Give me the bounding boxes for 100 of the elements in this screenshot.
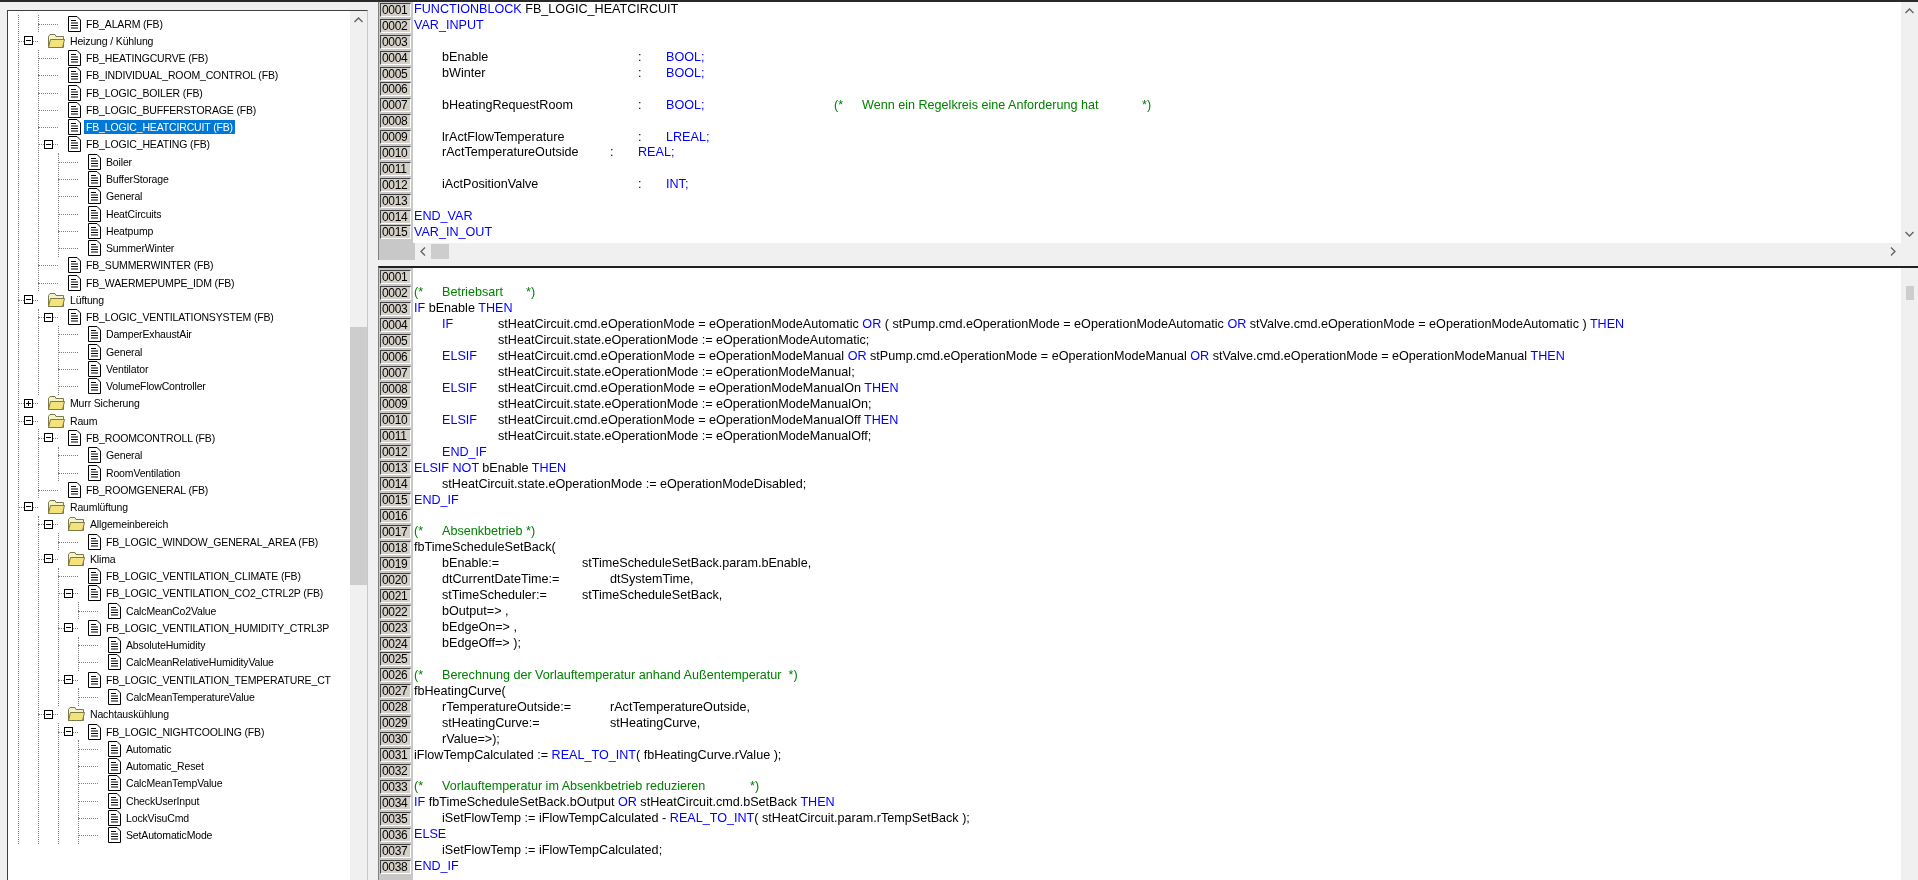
expand-toggle[interactable] (24, 295, 33, 305)
tree-item[interactable]: SetAutomaticMode (124, 828, 215, 843)
tree-item[interactable]: AbsoluteHumidity (124, 638, 208, 653)
document-icon (88, 171, 101, 187)
code-line: IF bEnable THEN (414, 301, 513, 317)
code-line: iSetFlowTemp := iFlowTempCalculated - REAL_TO_INT( stHeatCircuit.param.rTempSetBack ); (441, 811, 970, 827)
expand-toggle[interactable] (44, 312, 53, 322)
tree-item[interactable]: FB_LOGIC_NIGHTCOOLING (FB) (104, 724, 267, 739)
tree-item[interactable]: Klima (88, 551, 118, 566)
document-icon (108, 740, 121, 757)
expand-toggle[interactable] (64, 623, 73, 633)
tree-item[interactable]: LockVisuCmd (124, 810, 191, 825)
document-icon (88, 671, 101, 688)
tree-item[interactable]: CalcMeanTemperatureValue (124, 690, 257, 704)
line-number: 0003 (380, 301, 411, 316)
tree-item[interactable]: FB_LOGIC_HEATCIRCUIT (FB) (84, 120, 235, 135)
tree-item[interactable]: BufferStorage (104, 172, 171, 186)
line-number: 0002 (380, 18, 411, 33)
scroll-down-icon[interactable] (1905, 231, 1914, 237)
tree-item[interactable]: General (104, 189, 145, 204)
line-number: 0030 (380, 732, 411, 747)
tree-item[interactable]: FB_ALARM (FB) (84, 16, 165, 31)
expand-toggle[interactable] (24, 502, 33, 512)
expand-toggle[interactable] (44, 433, 53, 443)
line-number: 0011 (380, 161, 411, 176)
tree-item[interactable]: Raum (68, 413, 100, 428)
expand-toggle[interactable] (44, 519, 53, 529)
expand-toggle[interactable] (44, 139, 53, 149)
tree-item[interactable]: CheckUserInput (124, 793, 202, 808)
tree-item[interactable]: CalcMeanCo2Value (124, 603, 219, 618)
tree-item[interactable]: Raumlüftung (68, 500, 130, 515)
tree-item[interactable]: FB_LOGIC_BOILER (FB) (84, 85, 205, 100)
tree-item[interactable]: Heatpump (104, 223, 156, 238)
tree-item[interactable]: General (104, 448, 145, 463)
code-line: bHeatingRequestRoom : BOOL; (* Wenn ein Regelkreis eine Anforderung hat *) (441, 97, 1152, 113)
line-number: 0025 (380, 652, 411, 667)
expand-toggle[interactable] (64, 675, 73, 685)
scroll-up-icon[interactable] (354, 17, 363, 23)
tree-item[interactable]: FB_SUMMERWINTER (FB) (84, 258, 216, 273)
scrollbar-thumb[interactable] (431, 244, 449, 259)
expand-toggle[interactable] (24, 416, 33, 426)
document-icon (88, 240, 101, 257)
tree-item[interactable]: FB_LOGIC_WINDOW_GENERAL_AREA (FB) (104, 534, 321, 549)
tree-item[interactable]: Lüftung (68, 292, 106, 307)
tree-item[interactable]: Automatic_Reset (124, 759, 206, 774)
tree-item[interactable]: FB_LOGIC_HEATING (FB) (84, 137, 212, 152)
tree-item[interactable]: CalcMeanTempValue (124, 776, 225, 791)
tree-item[interactable]: Heizung / Kühlung (68, 33, 156, 48)
tree-item[interactable]: FB_LOGIC_BUFFERSTORAGE (FB) (84, 102, 259, 117)
folder-icon (48, 396, 65, 411)
line-number: 0024 (380, 636, 411, 651)
tree-item[interactable]: CalcMeanRelativeHumidityValue (124, 655, 276, 670)
tree-item[interactable]: Ventilator (104, 361, 151, 376)
tree-item[interactable]: FB_LOGIC_VENTILATION_CLIMATE (FB) (104, 569, 303, 584)
scroll-up-icon[interactable] (1905, 8, 1914, 14)
tree-item[interactable]: FB_LOGIC_VENTILATION_CO2_CTRL2P (FB) (104, 586, 326, 601)
line-number: 0036 (380, 827, 411, 842)
scroll-right-icon[interactable] (1890, 247, 1896, 256)
tree-item[interactable]: FB_WAERMEPUMPE_IDM (FB) (84, 275, 237, 290)
folder-icon (48, 292, 65, 307)
line-number: 0014 (380, 477, 411, 492)
expand-toggle[interactable] (44, 554, 53, 564)
tree-item[interactable]: General (104, 344, 145, 359)
code-line: rActTemperatureOutside : REAL; (441, 145, 675, 161)
tree-item[interactable]: Nachtauskühlung (88, 707, 171, 722)
tree-item[interactable]: FB_LOGIC_VENTILATION_HUMIDITY_CTRL3P (104, 620, 332, 635)
scroll-left-icon[interactable] (420, 247, 426, 256)
code-line: (* Berechnung der Vorlauftemperatur anhand Außentemperatur *) (414, 667, 798, 683)
scrollbar-thumb[interactable] (350, 327, 367, 585)
document-icon (88, 205, 101, 222)
expand-toggle[interactable] (44, 709, 53, 719)
line-number: 0031 (380, 748, 411, 763)
document-icon (88, 153, 101, 170)
tree-item[interactable]: RoomVentilation (104, 465, 183, 480)
document-icon (68, 50, 81, 67)
tree-item[interactable]: FB_ROOMGENERAL (FB) (84, 482, 211, 497)
code-line: ELSIF stHeatCircuit.cmd.eOperationMode = eOperationModeManualOff THEN (441, 412, 899, 428)
tree-item[interactable]: FB_HEATINGCURVE (FB) (84, 51, 211, 66)
expand-toggle[interactable] (64, 726, 73, 736)
scrollbar-thumb[interactable] (1905, 286, 1914, 300)
tree-item[interactable]: FB_ROOMCONTROLL (FB) (84, 431, 218, 445)
document-icon (68, 15, 81, 32)
code-line: ELSIF stHeatCircuit.cmd.eOperationMode = eOperationModeManualOn THEN (441, 381, 899, 397)
tree-item[interactable]: SummerWinter (104, 241, 177, 256)
line-number: 0034 (380, 795, 411, 810)
tree-item[interactable]: Murr Sicherung (68, 396, 142, 411)
tree-item[interactable]: Automatic (124, 741, 174, 756)
tree-item[interactable]: FB_LOGIC_VENTILATION_TEMPERATURE_CT (104, 672, 333, 687)
expand-toggle[interactable] (24, 36, 33, 46)
tree-item[interactable]: Allgemeinbereich (88, 517, 171, 532)
tree-item[interactable]: FB_INDIVIDUAL_ROOM_CONTROL (FB) (84, 68, 281, 83)
tree-item[interactable]: VolumeFlowController (104, 379, 208, 394)
tree-item[interactable]: Boiler (104, 154, 134, 169)
expand-toggle[interactable] (24, 398, 33, 408)
tree-item[interactable]: HeatCircuits (104, 206, 164, 221)
tree-item[interactable]: DamperExhaustAir (104, 327, 194, 342)
tree-item[interactable]: FB_LOGIC_VENTILATIONSYSTEM (FB) (84, 310, 276, 325)
expand-toggle[interactable] (64, 588, 73, 598)
document-icon (88, 326, 101, 343)
line-number: 0001 (380, 2, 411, 17)
